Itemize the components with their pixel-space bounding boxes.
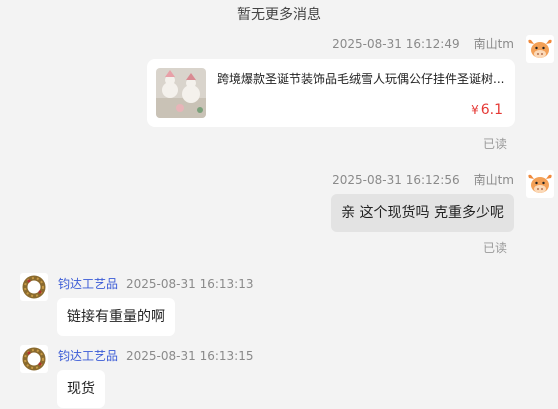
- buyer-avatar-icon[interactable]: [526, 170, 554, 198]
- product-title[interactable]: 跨境爆款圣诞节装饰品毛绒雪人玩偶公仔挂件圣诞树...: [217, 70, 507, 87]
- message-meta: 2025-08-31 16:12:49 南山tm: [332, 35, 514, 52]
- shop-name[interactable]: 钧达工艺品: [58, 349, 118, 363]
- read-status: 已读: [482, 137, 507, 151]
- message-time: 2025-08-31 16:13:15: [126, 349, 254, 363]
- read-status: 已读: [482, 241, 507, 255]
- incoming-message-bubble[interactable]: 链接有重量的啊: [57, 298, 175, 336]
- price-currency: ¥: [471, 103, 479, 117]
- sender-name: 南山tm: [473, 37, 514, 51]
- message-meta: 2025-08-31 16:12:56 南山tm: [332, 171, 514, 188]
- no-more-messages-notice: 暂无更多消息: [237, 7, 321, 23]
- message-time: 2025-08-31 16:12:49: [332, 37, 460, 51]
- outgoing-message-bubble[interactable]: 亲 这个现货吗 克重多少呢: [331, 194, 514, 232]
- message-time: 2025-08-31 16:12:56: [332, 173, 460, 187]
- seller-avatar-icon[interactable]: [20, 345, 48, 373]
- product-price: ¥6.1: [471, 102, 503, 118]
- seller-avatar-icon[interactable]: [20, 273, 48, 301]
- message-meta: 钧达工艺品 2025-08-31 16:13:13: [58, 275, 253, 292]
- shop-name[interactable]: 钧达工艺品: [58, 277, 118, 291]
- message-meta: 钧达工艺品 2025-08-31 16:13:15: [58, 347, 253, 364]
- product-thumbnail[interactable]: [156, 68, 206, 118]
- buyer-avatar-icon[interactable]: [526, 35, 554, 63]
- message-time: 2025-08-31 16:13:13: [126, 277, 254, 291]
- product-card[interactable]: 跨境爆款圣诞节装饰品毛绒雪人玩偶公仔挂件圣诞树... ¥6.1: [147, 59, 515, 127]
- incoming-message-bubble[interactable]: 现货: [57, 370, 105, 408]
- sender-name: 南山tm: [473, 173, 514, 187]
- price-value: 6.1: [480, 102, 503, 118]
